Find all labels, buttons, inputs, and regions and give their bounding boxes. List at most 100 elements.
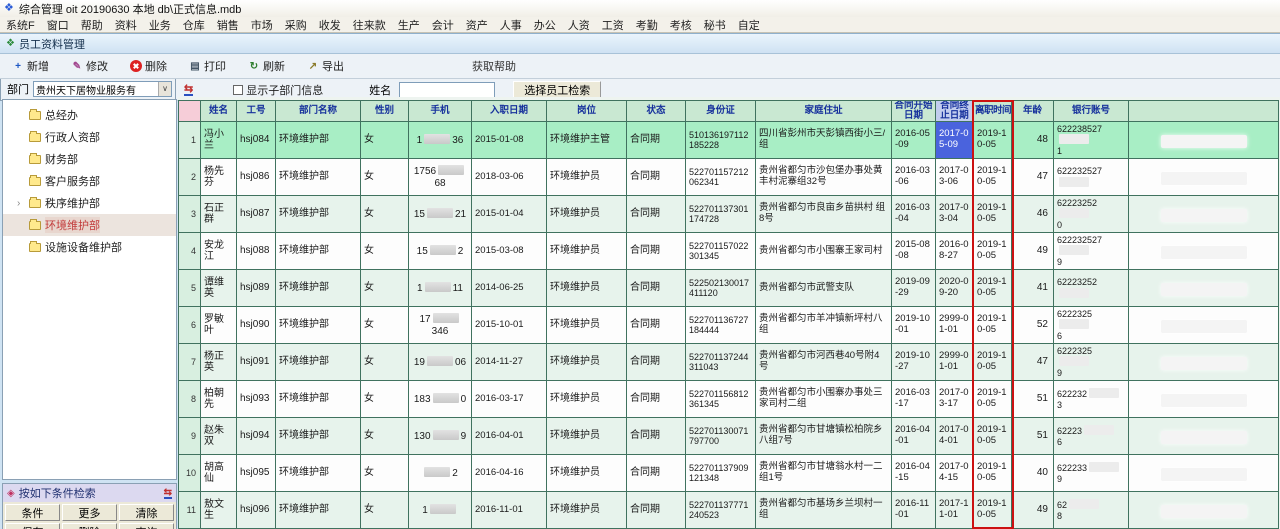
cell-leave-date[interactable]: 2019-10-05 bbox=[974, 159, 1012, 196]
cell-department[interactable]: 环境维护部 bbox=[276, 270, 361, 307]
cell-name[interactable]: 冯小兰 bbox=[201, 122, 237, 159]
cell-department[interactable]: 环境维护部 bbox=[276, 233, 361, 270]
cell-emp-id[interactable]: hsj090 bbox=[237, 307, 276, 344]
cell-gender[interactable]: 女 bbox=[361, 270, 409, 307]
cell-row-number[interactable]: 9 bbox=[179, 418, 201, 455]
cell-bank-account[interactable]: 622236 bbox=[1054, 418, 1129, 455]
cell-name[interactable]: 胡高仙 bbox=[201, 455, 237, 492]
col-header-4[interactable]: 性别 bbox=[361, 101, 409, 122]
swap-icon[interactable]: ⇆ bbox=[184, 84, 193, 96]
cell-address[interactable]: 贵州省都匀市甘塘镇松柏院乡八组7号 bbox=[756, 418, 892, 455]
cell-post[interactable]: 环境维护员 bbox=[547, 233, 627, 270]
cell-age[interactable]: 51 bbox=[1012, 381, 1054, 418]
cell-hire-date[interactable]: 2016-04-01 bbox=[472, 418, 547, 455]
cell-address[interactable]: 贵州省都匀市良亩乡苗拱村 组8号 bbox=[756, 196, 892, 233]
cell-gender[interactable]: 女 bbox=[361, 418, 409, 455]
col-header-3[interactable]: 部门名称 bbox=[276, 101, 361, 122]
cell-emp-id[interactable]: hsj096 bbox=[237, 492, 276, 529]
cell-department[interactable]: 环境维护部 bbox=[276, 307, 361, 344]
cell-gender[interactable]: 女 bbox=[361, 492, 409, 529]
cell-hire-date[interactable]: 2016-04-16 bbox=[472, 455, 547, 492]
col-header-6[interactable]: 入职日期 bbox=[472, 101, 547, 122]
cell-post[interactable]: 环境维护员 bbox=[547, 196, 627, 233]
col-header-15[interactable]: 银行账号 bbox=[1054, 101, 1129, 122]
cell-status[interactable]: 合同期 bbox=[627, 307, 686, 344]
cell-gender[interactable]: 女 bbox=[361, 307, 409, 344]
cell-row-number[interactable]: 1 bbox=[179, 122, 201, 159]
cell-bank-account[interactable]: 622232520 bbox=[1054, 196, 1129, 233]
cell-address[interactable]: 贵州省都匀市河西巷40号附4号 bbox=[756, 344, 892, 381]
select-employee-search-button[interactable]: 选择员工检索 bbox=[513, 81, 601, 99]
col-header-13[interactable]: 离职时间 bbox=[974, 101, 1012, 122]
cell-phone[interactable]: 136 bbox=[409, 122, 472, 159]
cell-gender[interactable]: 女 bbox=[361, 381, 409, 418]
cell-bank-account[interactable]: 6222323 bbox=[1054, 381, 1129, 418]
cell-department[interactable]: 环境维护部 bbox=[276, 455, 361, 492]
cell-phone[interactable]: 152 bbox=[409, 233, 472, 270]
cell-name[interactable]: 罗敏叶 bbox=[201, 307, 237, 344]
col-header-7[interactable]: 岗位 bbox=[547, 101, 627, 122]
cell-department[interactable]: 环境维护部 bbox=[276, 418, 361, 455]
cell-emp-id[interactable]: hsj087 bbox=[237, 196, 276, 233]
cell-leave-date[interactable]: 2019-10-05 bbox=[974, 418, 1012, 455]
cell-post[interactable]: 环境维护员 bbox=[547, 344, 627, 381]
menu-item-11[interactable]: 生产 bbox=[392, 17, 426, 33]
cell-id-card[interactable]: 522701137301174728 bbox=[686, 196, 756, 233]
menu-item-12[interactable]: 会计 bbox=[426, 17, 460, 33]
cell-contract-end[interactable]: 2020-09-20 bbox=[936, 270, 974, 307]
name-filter-input[interactable] bbox=[399, 82, 495, 98]
cell-age[interactable]: 41 bbox=[1012, 270, 1054, 307]
cell-age[interactable]: 49 bbox=[1012, 492, 1054, 529]
tab-employee-data[interactable]: 员工资料管理 bbox=[19, 36, 85, 52]
cell-hire-date[interactable]: 2015-01-08 bbox=[472, 122, 547, 159]
col-header-12[interactable]: 合同终止日期 bbox=[936, 101, 974, 122]
toolbar-button-5[interactable]: ↗导出 bbox=[299, 56, 352, 76]
cell-department[interactable]: 环境维护部 bbox=[276, 122, 361, 159]
cell-post[interactable]: 环境维护员 bbox=[547, 455, 627, 492]
cell-id-card[interactable]: 522701137244311043 bbox=[686, 344, 756, 381]
cell-post[interactable]: 环境维护员 bbox=[547, 418, 627, 455]
cell-id-card[interactable]: 522701157212062341 bbox=[686, 159, 756, 196]
cell-gender[interactable]: 女 bbox=[361, 344, 409, 381]
cell-leave-date[interactable]: 2019-10-05 bbox=[974, 344, 1012, 381]
department-select[interactable]: 贵州天下居物业服务有 ∨ bbox=[33, 81, 172, 97]
menu-item-21[interactable]: 自定 bbox=[732, 17, 766, 33]
search-panel-button-row1-1[interactable]: 更多 bbox=[62, 504, 117, 521]
cell-row-number[interactable]: 3 bbox=[179, 196, 201, 233]
cell-row-number[interactable]: 8 bbox=[179, 381, 201, 418]
cell-id-card[interactable]: 522502130017411120 bbox=[686, 270, 756, 307]
menu-item-17[interactable]: 工资 bbox=[596, 17, 630, 33]
cell-department[interactable]: 环境维护部 bbox=[276, 381, 361, 418]
cell-name[interactable]: 杨正英 bbox=[201, 344, 237, 381]
cell-row-number[interactable]: 7 bbox=[179, 344, 201, 381]
cell-bank-account[interactable]: 628 bbox=[1054, 492, 1129, 529]
cell-emp-id[interactable]: hsj086 bbox=[237, 159, 276, 196]
cell-age[interactable]: 46 bbox=[1012, 196, 1054, 233]
sidebar-item-6[interactable]: 设施设备维护部 bbox=[3, 236, 176, 258]
cell-leave-date[interactable]: 2019-10-05 bbox=[974, 455, 1012, 492]
toolbar-button-2[interactable]: ✖删除 bbox=[122, 56, 175, 76]
cell-emp-id[interactable]: hsj089 bbox=[237, 270, 276, 307]
cell-phone[interactable]: 17346 bbox=[409, 307, 472, 344]
menu-item-5[interactable]: 仓库 bbox=[177, 17, 211, 33]
cell-contract-end[interactable]: 2999-01-01 bbox=[936, 307, 974, 344]
show-subdept-checkbox[interactable] bbox=[233, 85, 243, 95]
expand-arrow-icon[interactable]: › bbox=[17, 198, 25, 209]
cell-address[interactable]: 贵州省都匀市基场乡兰坝村一组 bbox=[756, 492, 892, 529]
cell-post[interactable]: 环境维护员 bbox=[547, 381, 627, 418]
cell-emp-id[interactable]: hsj093 bbox=[237, 381, 276, 418]
cell-gender[interactable]: 女 bbox=[361, 159, 409, 196]
cell-id-card[interactable]: 522701137771240523 bbox=[686, 492, 756, 529]
search-panel-button-row2-1[interactable]: 删除 bbox=[62, 523, 117, 529]
cell-leave-date[interactable]: 2019-10-05 bbox=[974, 233, 1012, 270]
cell-post[interactable]: 环境维护员 bbox=[547, 159, 627, 196]
search-panel-button-row1-0[interactable]: 条件 bbox=[5, 504, 60, 521]
cell-age[interactable]: 49 bbox=[1012, 233, 1054, 270]
cell-emp-id[interactable]: hsj088 bbox=[237, 233, 276, 270]
cell-status[interactable]: 合同期 bbox=[627, 492, 686, 529]
cell-extra[interactable] bbox=[1129, 233, 1279, 270]
cell-age[interactable]: 47 bbox=[1012, 344, 1054, 381]
cell-emp-id[interactable]: hsj091 bbox=[237, 344, 276, 381]
cell-leave-date[interactable]: 2019-10-05 bbox=[974, 196, 1012, 233]
cell-post[interactable]: 环境维护员 bbox=[547, 270, 627, 307]
